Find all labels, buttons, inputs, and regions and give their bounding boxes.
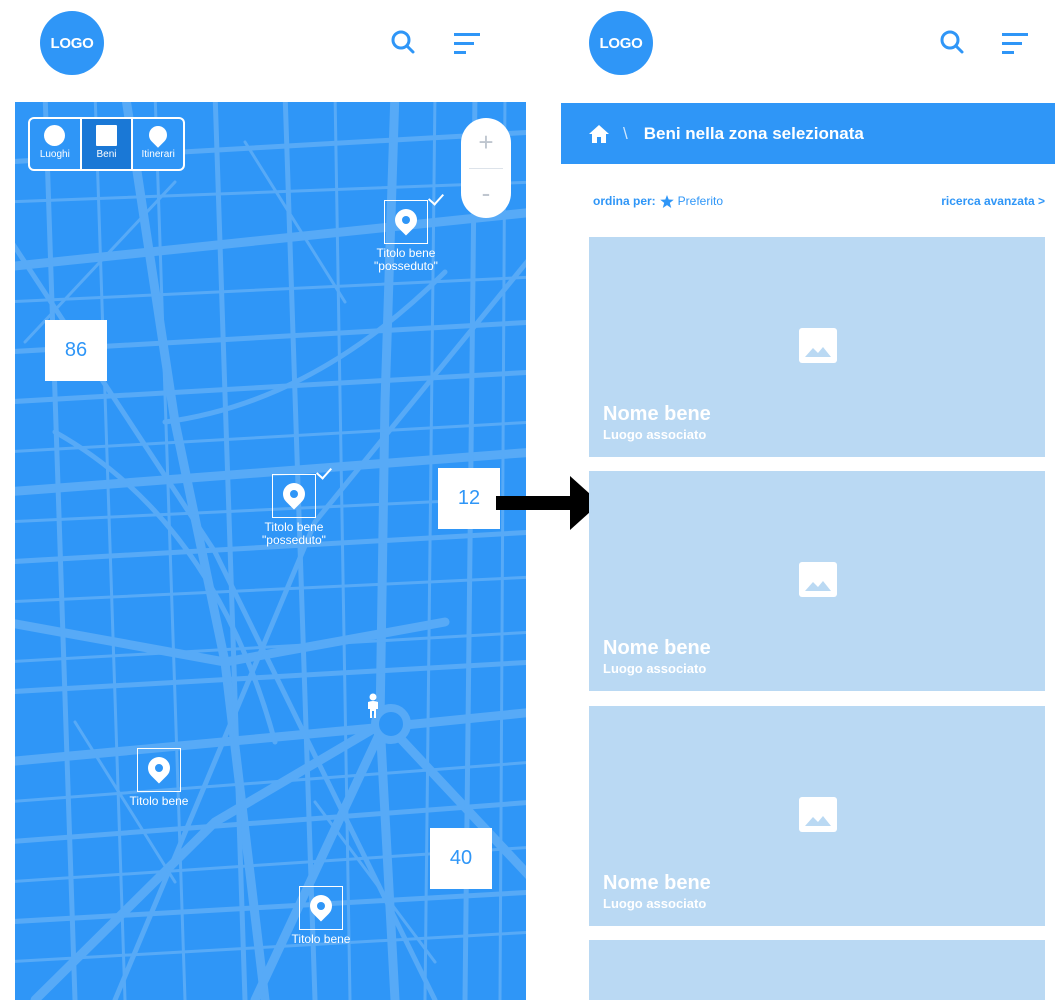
asset-place: Luogo associato	[603, 661, 707, 676]
cluster-marker[interactable]: 40	[430, 828, 492, 889]
image-placeholder-icon	[799, 328, 837, 363]
breadcrumb-separator: \	[623, 123, 628, 143]
star-icon	[659, 194, 674, 208]
asset-marker-owned[interactable]: Titolo bene "posseduto"	[252, 463, 336, 547]
zoom-control: + -	[461, 118, 511, 218]
pin-icon	[145, 122, 171, 148]
page-title: Beni nella zona selezionata	[643, 123, 864, 143]
menu-icon[interactable]	[1002, 31, 1028, 57]
asset-place: Luogo associato	[603, 427, 707, 442]
zoom-out-button[interactable]: -	[461, 169, 511, 219]
logo[interactable]: LOGO	[589, 11, 653, 75]
zoom-in-button[interactable]: +	[461, 118, 511, 168]
marker-label: Titolo bene	[129, 794, 189, 808]
asset-card[interactable]: Nome bene Luogo associato	[589, 471, 1045, 691]
sort-value: Preferito	[677, 194, 724, 208]
layer-filter: Luoghi Beni Itinerari	[28, 117, 185, 171]
asset-place: Luogo associato	[603, 896, 707, 911]
cluster-marker[interactable]: 12	[438, 468, 500, 529]
logo[interactable]: LOGO	[40, 11, 104, 75]
location-pin-icon	[278, 478, 310, 510]
asset-name: Nome bene	[603, 872, 711, 894]
asset-name: Nome bene	[603, 403, 711, 425]
image-placeholder-icon	[799, 562, 837, 597]
home-icon[interactable]	[589, 124, 609, 143]
search-icon[interactable]	[939, 29, 965, 55]
location-pin-icon	[390, 204, 422, 236]
marker-box	[384, 189, 445, 244]
asset-card[interactable]: Nome bene Luogo associato	[589, 706, 1045, 926]
filter-label: Itinerari	[141, 149, 175, 160]
advanced-search-link[interactable]: ricerca avanzata >	[941, 194, 1045, 208]
circle-icon	[44, 125, 66, 146]
location-pin-icon	[143, 752, 175, 784]
square-icon	[96, 125, 117, 146]
page-header: \ Beni nella zona selezionata	[561, 103, 1055, 164]
user-location-icon[interactable]	[365, 693, 381, 719]
cluster-marker[interactable]: 86	[45, 320, 107, 381]
filter-beni[interactable]: Beni	[81, 119, 134, 169]
asset-card[interactable]: Nome bene Luogo associato	[589, 237, 1045, 457]
asset-name: Nome bene	[603, 637, 711, 659]
filter-label: Beni	[96, 149, 117, 160]
marker-label: Titolo bene	[291, 932, 351, 946]
marker-label: "posseduto"	[374, 259, 438, 273]
marker-box	[299, 886, 343, 930]
filter-itinerari[interactable]: Itinerari	[133, 119, 184, 169]
location-pin-icon	[305, 890, 337, 922]
asset-marker[interactable]: Titolo bene	[279, 886, 363, 946]
menu-icon[interactable]	[454, 31, 480, 57]
marker-box	[137, 748, 181, 792]
asset-card[interactable]	[589, 940, 1045, 1000]
asset-marker[interactable]: Titolo bene	[117, 748, 201, 808]
map[interactable]: Luoghi Beni Itinerari + - 86 12 40 Titol…	[15, 102, 526, 1000]
sort-bar: ordina per: Preferito ricerca avanzata >	[593, 194, 1051, 210]
asset-marker-owned[interactable]: Titolo bene "posseduto"	[364, 189, 448, 273]
search-icon[interactable]	[390, 29, 416, 55]
filter-label: Luoghi	[39, 149, 70, 160]
filter-luoghi[interactable]: Luoghi	[30, 119, 82, 169]
flow-arrow-icon	[496, 476, 600, 530]
sort-selector[interactable]: ordina per: Preferito	[593, 194, 723, 208]
marker-box	[272, 463, 333, 518]
image-placeholder-icon	[799, 797, 837, 832]
sort-label: ordina per:	[593, 194, 656, 208]
marker-label: "posseduto"	[262, 533, 326, 547]
